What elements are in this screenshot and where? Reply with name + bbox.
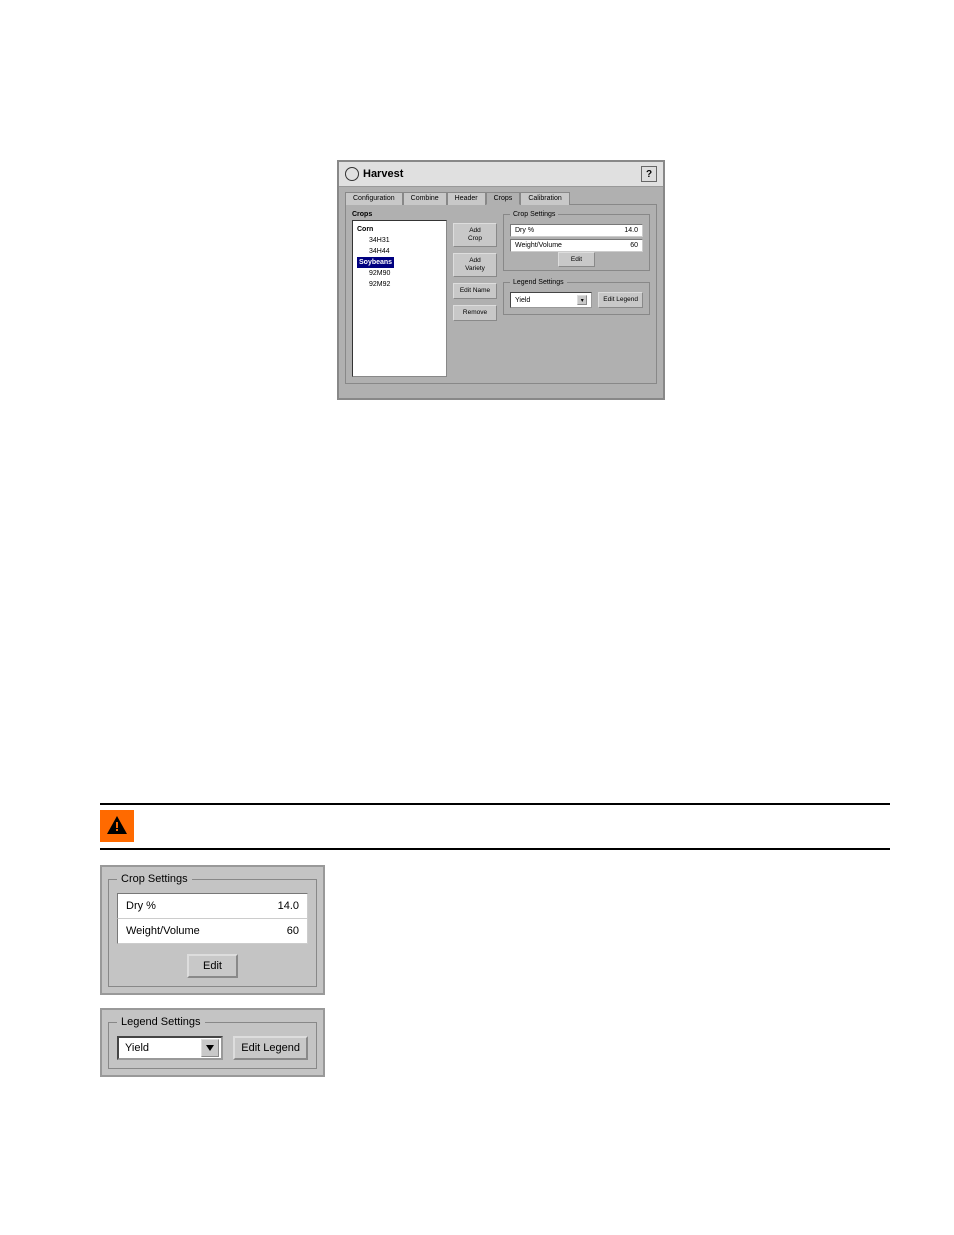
add-variety-button[interactable]: Add Variety xyxy=(453,253,497,277)
tree-item-variety[interactable]: 34H31 xyxy=(357,235,442,246)
help-button[interactable]: ? xyxy=(641,166,657,182)
tree-item-variety[interactable]: 34H44 xyxy=(357,246,442,257)
tab-crops[interactable]: Crops xyxy=(486,192,521,205)
crop-settings-legend: Crop Settings xyxy=(510,211,558,218)
divider xyxy=(100,803,890,805)
crops-tree[interactable]: Corn 34H31 34H44 Soybeans 92M90 92M92 xyxy=(352,220,447,377)
edit-legend-button[interactable]: Edit Legend xyxy=(233,1036,308,1060)
divider xyxy=(100,848,890,850)
weight-volume-row: Weight/Volume 60 xyxy=(510,239,643,252)
dialog-title: Harvest xyxy=(345,167,403,181)
crop-settings-group: Crop Settings Dry % 14.0 Weight/Volume 6… xyxy=(503,211,650,271)
tab-body: Crops Corn 34H31 34H44 Soybeans 92M90 92… xyxy=(345,204,657,384)
harvest-icon xyxy=(345,167,359,181)
button-column: Add Crop Add Variety Edit Name Remove xyxy=(453,211,497,377)
tree-item-variety[interactable]: 92M90 xyxy=(357,268,442,279)
dialog-title-text: Harvest xyxy=(363,168,403,180)
dry-percent-label: Dry % xyxy=(515,227,534,234)
edit-name-button[interactable]: Edit Name xyxy=(453,283,497,299)
crop-settings-edit-button[interactable]: Edit xyxy=(187,954,238,978)
remove-button[interactable]: Remove xyxy=(453,305,497,321)
legend-dropdown-value: Yield xyxy=(515,297,530,304)
legend-dropdown[interactable]: Yield ▾ xyxy=(510,292,592,308)
legend-settings-legend: Legend Settings xyxy=(117,1016,205,1028)
edit-legend-button[interactable]: Edit Legend xyxy=(598,292,643,308)
weight-volume-value: 60 xyxy=(287,925,299,937)
legend-settings-enlarged: Legend Settings Yield Edit Legend xyxy=(100,1008,325,1077)
legend-dropdown-value: Yield xyxy=(125,1042,149,1054)
dry-percent-value: 14.0 xyxy=(278,900,299,912)
crop-settings-enlarged: Crop Settings Dry % 14.0 Weight/Volume 6… xyxy=(100,865,325,995)
dialog-titlebar: Harvest ? xyxy=(339,162,663,187)
chevron-down-icon: ▾ xyxy=(577,295,587,305)
legend-settings-legend: Legend Settings xyxy=(510,279,567,286)
tab-header[interactable]: Header xyxy=(447,192,486,205)
crop-settings-edit-button[interactable]: Edit xyxy=(558,252,595,267)
weight-volume-row: Weight/Volume 60 xyxy=(117,919,308,944)
weight-volume-value: 60 xyxy=(630,242,638,249)
warning-icon xyxy=(100,810,134,842)
crops-label: Crops xyxy=(352,211,447,218)
dry-percent-value: 14.0 xyxy=(624,227,638,234)
tab-configuration[interactable]: Configuration xyxy=(345,192,403,205)
tab-strip: Configuration Combine Header Crops Calib… xyxy=(339,187,663,204)
tab-calibration[interactable]: Calibration xyxy=(520,192,569,205)
weight-volume-label: Weight/Volume xyxy=(515,242,562,249)
legend-dropdown[interactable]: Yield xyxy=(117,1036,223,1060)
settings-column: Crop Settings Dry % 14.0 Weight/Volume 6… xyxy=(503,211,650,377)
tab-combine[interactable]: Combine xyxy=(403,192,447,205)
legend-settings-group: Legend Settings Yield ▾ Edit Legend xyxy=(503,279,650,315)
crops-panel: Crops Corn 34H31 34H44 Soybeans 92M90 92… xyxy=(352,211,447,377)
chevron-down-icon xyxy=(201,1039,219,1057)
harvest-dialog: Harvest ? Configuration Combine Header C… xyxy=(337,160,665,400)
dry-percent-label: Dry % xyxy=(126,900,156,912)
tree-item-soybeans[interactable]: Soybeans xyxy=(357,257,442,268)
tree-item-variety[interactable]: 92M92 xyxy=(357,279,442,290)
weight-volume-label: Weight/Volume xyxy=(126,925,200,937)
dry-percent-row: Dry % 14.0 xyxy=(117,893,308,919)
tree-item-corn[interactable]: Corn xyxy=(357,224,442,235)
crop-settings-legend: Crop Settings xyxy=(117,873,192,885)
add-crop-button[interactable]: Add Crop xyxy=(453,223,497,247)
dry-percent-row: Dry % 14.0 xyxy=(510,224,643,237)
